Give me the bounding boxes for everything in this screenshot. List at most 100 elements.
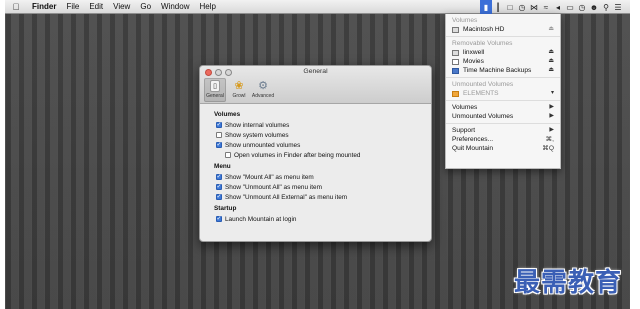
window-titlebar[interactable]: General ▯ General ❀ Growl ⚙ Advanced [200,66,431,104]
checkbox[interactable] [225,152,231,158]
menu-help[interactable]: Help [194,0,220,14]
apple-icon[interactable]:  [5,2,27,12]
menu-finder[interactable]: Finder [27,0,61,14]
menu-section-heading: Menu [214,163,231,170]
preferences-window: General ▯ General ❀ Growl ⚙ Advanced Vol… [199,65,432,242]
menu-item-label: Preferences... [452,136,494,143]
tab-advanced[interactable]: ⚙ Advanced [252,78,274,102]
submenu-arrow-icon: ▶ [549,127,554,133]
eject-icon[interactable]: ⏏ [548,48,554,57]
general-switch-icon: ▯ [210,80,220,92]
checkbox-label: Show "Mount All" as menu item [225,173,314,181]
drive-icon [452,49,459,56]
drive-icon [452,58,459,65]
unmount-all-row[interactable]: ✓ Show "Unmount All" as menu item [216,182,417,192]
tab-growl[interactable]: ❀ Growl [228,78,250,102]
separator [446,123,560,124]
eject-icon[interactable]: ⏏ [548,25,554,34]
scripts-icon[interactable]: ┃ [492,0,504,14]
mount-all-row[interactable]: ✓ Show "Mount All" as menu item [216,172,417,182]
window-title: General [303,68,328,75]
wifi-icon[interactable]: ≈ [540,0,552,14]
show-unmounted-volumes-row[interactable]: ✓ Show unmounted volumes [216,140,417,150]
watermark-logo: 最需教育 [514,268,623,298]
bluetooth-icon[interactable]: ⋈ [528,0,540,14]
checkbox[interactable]: ✓ [216,184,222,190]
menu-item-elements[interactable]: ELEMENTS ▾ [446,89,560,98]
tab-label: General [206,93,224,99]
checkbox-label: Show "Unmount All" as menu item [225,183,322,191]
checkbox[interactable]: ✓ [216,194,222,200]
checkbox-label: Show unmounted volumes [225,141,301,149]
menu-item-label: Macintosh HD [463,26,505,33]
menu-item-support[interactable]: Support ▶ [446,126,560,135]
mount-icon[interactable]: ▾ [551,89,554,98]
menu-item-label: Movies [463,58,484,65]
battery-icon[interactable]: ▭ [564,0,576,14]
menu-bar:  Finder File Edit View Go Window Help ▮… [5,0,630,14]
volumes-header: Volumes [452,17,478,24]
menu-view[interactable]: View [108,0,135,14]
tab-general[interactable]: ▯ General [204,78,226,102]
eject-icon[interactable]: ⏏ [548,57,554,66]
menu-item-label: linxwell [463,49,485,56]
checkbox[interactable]: ✓ [216,142,222,148]
menu-item-macintosh-hd[interactable]: Macintosh HD ⏏ [446,25,560,34]
clock-icon[interactable]: ◷ [576,0,588,14]
menu-edit[interactable]: Edit [84,0,108,14]
prefs-content: Volumes ✓ Show internal volumes Show sys… [200,104,431,224]
menu-item-label: ELEMENTS [463,90,499,97]
menu-file[interactable]: File [61,0,84,14]
growl-paw-icon: ❀ [234,80,244,92]
launch-at-login-row[interactable]: ✓ Launch Mountain at login [216,214,417,224]
volume-icon[interactable]: ◂ [552,0,564,14]
eject-icon[interactable]: ⏏ [548,66,554,75]
menu-item-quit[interactable]: Quit Mountain ⌘Q [446,144,560,153]
checkbox[interactable]: ✓ [216,216,222,222]
tab-label: Growl [232,93,246,99]
menu-item-label: Time Machine Backups [463,67,532,74]
external-drive-icon [452,90,459,97]
unmount-all-external-row[interactable]: ✓ Show "Unmount All External" as menu it… [216,192,417,202]
menu-item-label: Support [452,127,476,134]
menu-item-label: Quit Mountain [452,145,494,152]
menu-item-volumes-submenu[interactable]: Volumes ▶ [446,103,560,112]
checkbox-label: Show "Unmount All External" as menu item [225,193,348,201]
submenu-arrow-icon: ▶ [549,104,554,110]
menu-item-preferences[interactable]: Preferences... ⌘, [446,135,560,144]
tab-label: Advanced [251,93,275,99]
checkbox-label: Show internal volumes [225,121,290,129]
menu-window[interactable]: Window [156,0,194,14]
menu-item-unmounted-volumes-submenu[interactable]: Unmounted Volumes ▶ [446,112,560,121]
open-in-finder-row[interactable]: Open volumes in Finder after being mount… [225,150,417,160]
user-icon[interactable]: ☻ [588,0,600,14]
menu-item-label: Volumes [452,104,478,111]
checkbox[interactable] [216,132,222,138]
status-area: ▮ ┃ □ ◷ ⋈ ≈ ◂ ▭ ◷ ☻ ⚲ ☰ [480,0,624,14]
checkbox[interactable]: ✓ [216,174,222,180]
removable-volumes-header: Removable Volumes [452,40,513,47]
menu-item-linxwell[interactable]: linxwell ⏏ [446,48,560,57]
spotlight-search-icon[interactable]: ⚲ [600,0,612,14]
submenu-arrow-icon: ▶ [549,113,554,119]
menu-item-time-machine-backups[interactable]: Time Machine Backups ⏏ [446,66,560,75]
menu-item-movies[interactable]: Movies ⏏ [446,57,560,66]
notification-list-icon[interactable]: ☰ [612,0,624,14]
checkbox[interactable]: ✓ [216,122,222,128]
mountain-status-icon[interactable]: ▮ [480,0,492,14]
display-icon[interactable]: □ [504,0,516,14]
time-machine-icon[interactable]: ◷ [516,0,528,14]
show-system-volumes-row[interactable]: Show system volumes [216,130,417,140]
show-internal-volumes-row[interactable]: ✓ Show internal volumes [216,120,417,130]
shortcut-label: ⌘, [545,136,554,143]
gear-icon: ⚙ [258,80,268,92]
mountain-dropdown-menu: Volumes Macintosh HD ⏏ Removable Volumes… [445,14,561,169]
time-machine-drive-icon [452,67,459,74]
separator [446,100,560,101]
menu-item-label: Unmounted Volumes [452,113,514,120]
checkbox-label: Launch Mountain at login [225,215,297,223]
separator [446,36,560,37]
menu-go[interactable]: Go [135,0,156,14]
checkbox-label: Show system volumes [225,131,289,139]
checkbox-label: Open volumes in Finder after being mount… [234,151,361,159]
